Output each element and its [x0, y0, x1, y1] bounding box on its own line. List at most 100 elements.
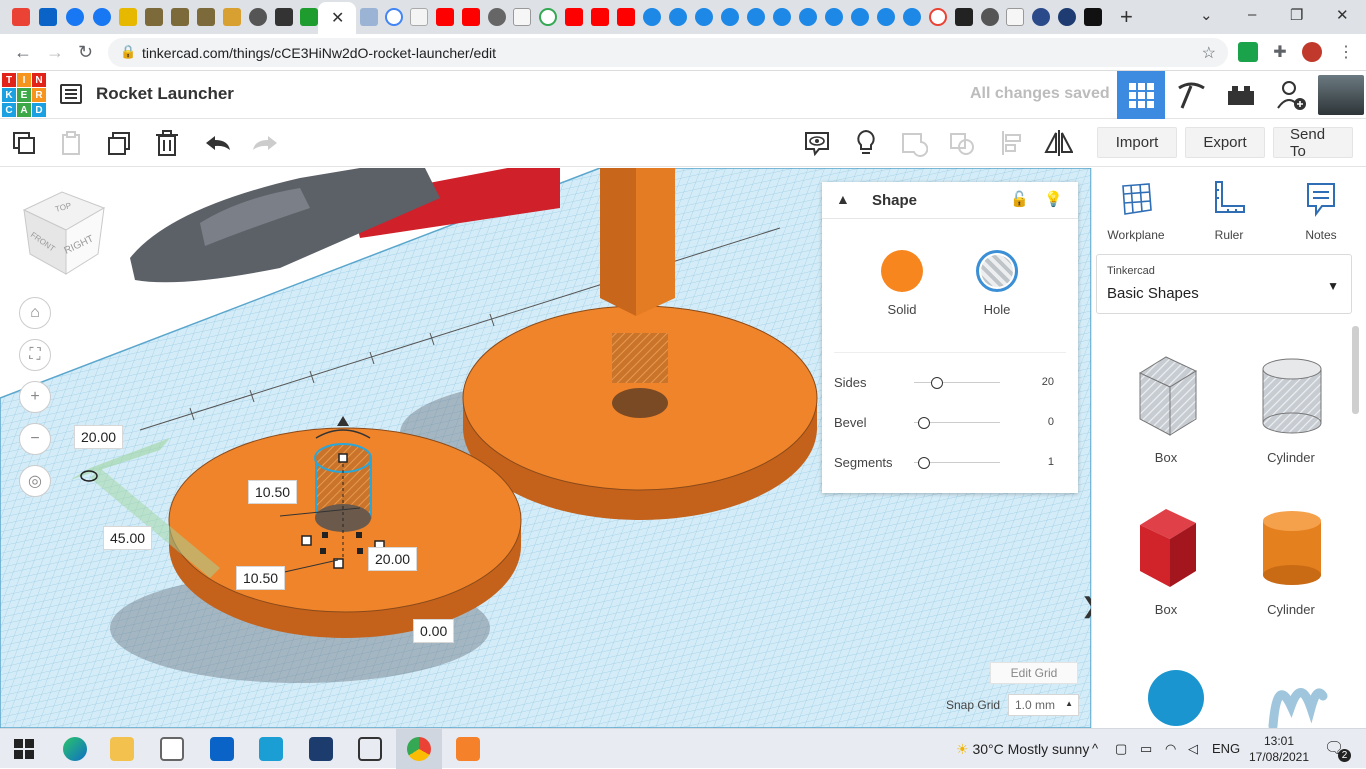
new-tab-button[interactable]: + — [1120, 4, 1133, 30]
site-tab-icon[interactable] — [1058, 8, 1076, 26]
profile-icon[interactable] — [1302, 42, 1322, 62]
solid-color-button[interactable] — [881, 250, 923, 292]
weather-widget[interactable]: ☀ 30°C Mostly sunny — [956, 741, 1089, 758]
tinkercad-tab-icon[interactable] — [669, 8, 687, 26]
sides-value[interactable]: 20 — [1042, 376, 1054, 388]
wifi-icon[interactable]: ◠ — [1165, 741, 1176, 757]
youtube-tab-icon[interactable] — [436, 8, 454, 26]
delete-button[interactable] — [152, 128, 182, 158]
send-to-button[interactable]: Send To — [1273, 126, 1353, 160]
duplicate-button[interactable] — [104, 128, 134, 158]
url-text[interactable]: tinkercad.com/things/cCE3HiNw2dO-rocket-… — [142, 45, 496, 61]
tinkercad-tab-icon[interactable] — [721, 8, 739, 26]
chrome-icon[interactable] — [407, 737, 431, 761]
tinkercad-tab-icon[interactable] — [877, 8, 895, 26]
battery-icon[interactable]: ▭ — [1140, 741, 1152, 757]
wikipedia-tab-icon[interactable] — [1006, 8, 1024, 26]
outlook-tab-icon[interactable] — [39, 8, 57, 26]
panel-scrollbar[interactable] — [1352, 326, 1359, 414]
show-all-button[interactable] — [851, 128, 881, 158]
active-tab[interactable]: ✕ — [318, 2, 356, 34]
site-tab-icon[interactable] — [410, 8, 428, 26]
tray-chevron-icon[interactable]: ^ — [1092, 741, 1098, 756]
3d-design-view-button[interactable] — [1117, 71, 1165, 119]
store-icon[interactable] — [160, 737, 184, 761]
facebook-tab-icon[interactable] — [66, 8, 84, 26]
site-tab-icon[interactable] — [360, 8, 378, 26]
google-tab-icon[interactable] — [929, 8, 947, 26]
unlock-icon[interactable]: 🔓 — [1010, 190, 1029, 208]
collapse-panel-chevron-icon[interactable]: ❯ — [1081, 593, 1091, 633]
shape-scribble[interactable] — [1241, 666, 1341, 733]
file-explorer-icon[interactable] — [110, 737, 134, 761]
segments-value[interactable]: 1 — [1048, 456, 1054, 468]
show-notes-button[interactable] — [802, 128, 832, 158]
site-tab-icon[interactable] — [249, 8, 267, 26]
3d-workplane[interactable]: TOP FRONT RIGHT ⌂ ⛶ + − ◎ 20.00 45.00 10… — [0, 168, 1091, 728]
youtube-tab-icon[interactable] — [591, 8, 609, 26]
tab-search-icon[interactable]: ⌄ — [1200, 6, 1213, 24]
invite-user-button[interactable] — [1266, 71, 1316, 119]
site-tab-icon[interactable] — [171, 8, 189, 26]
snap-grid-select[interactable]: 1.0 mm ▲ — [1008, 694, 1079, 716]
copy-button[interactable] — [9, 128, 39, 158]
site-tab-icon[interactable] — [275, 8, 293, 26]
site-tab-icon[interactable] — [119, 8, 137, 26]
design-menu-icon[interactable] — [60, 84, 82, 104]
group-button[interactable] — [899, 128, 929, 158]
tinkercad-tab-icon[interactable] — [747, 8, 765, 26]
wikipedia-tab-icon[interactable] — [513, 8, 531, 26]
hole-height-label[interactable]: 20.00 — [368, 547, 418, 571]
restore-button[interactable]: ❐ — [1290, 6, 1303, 24]
mail-icon[interactable] — [210, 737, 234, 761]
ruler-tool[interactable]: Ruler — [1194, 180, 1264, 242]
facebook-tab-icon[interactable] — [93, 8, 111, 26]
mirror-button[interactable] — [1043, 128, 1073, 158]
language-indicator[interactable]: ENG — [1212, 741, 1240, 756]
extensions-puzzle-icon[interactable]: ✚ — [1270, 42, 1290, 62]
shape-box-hole[interactable]: Box — [1116, 351, 1216, 465]
windows-start-icon[interactable] — [14, 739, 34, 759]
reload-icon[interactable]: ↻ — [78, 42, 93, 63]
tinkercad-tab-icon[interactable] — [773, 8, 791, 26]
youtube-tab-icon[interactable] — [617, 8, 635, 26]
site-tab-icon[interactable] — [955, 8, 973, 26]
clock[interactable]: 13:01 17/08/2021 — [1248, 733, 1310, 765]
forward-icon[interactable]: → — [46, 42, 64, 63]
shape-cylinder-solid[interactable]: Cylinder — [1241, 503, 1341, 617]
import-button[interactable]: Import — [1097, 127, 1177, 158]
tinkercad-logo[interactable]: T I N K E R C A D — [2, 73, 46, 117]
tinkercad-tab-icon[interactable] — [695, 8, 713, 26]
tinkercad-tab-icon[interactable] — [643, 8, 661, 26]
bbc-tab-icon[interactable] — [1084, 8, 1102, 26]
minimize-button[interactable]: – — [1248, 6, 1256, 23]
tinkercad-tab-icon[interactable] — [851, 8, 869, 26]
workplane-tool[interactable]: Workplane — [1101, 180, 1171, 242]
edit-grid-button[interactable]: Edit Grid — [990, 662, 1078, 684]
sides-slider-knob[interactable] — [931, 377, 943, 389]
extension-check-icon[interactable] — [1238, 42, 1258, 62]
app-icon[interactable] — [259, 737, 283, 761]
close-tab-icon[interactable]: ✕ — [331, 8, 344, 28]
hole-button[interactable] — [976, 250, 1018, 292]
ungroup-button[interactable] — [947, 128, 977, 158]
sides-slider-track[interactable] — [914, 382, 1000, 383]
blocks-view-button[interactable] — [1166, 71, 1216, 119]
app-icon[interactable] — [309, 737, 333, 761]
site-tab-icon[interactable] — [488, 8, 506, 26]
tinkercad-tab-icon[interactable] — [799, 8, 817, 26]
zoom-in-button[interactable]: + — [19, 381, 51, 413]
segments-slider-knob[interactable] — [918, 457, 930, 469]
tinkercad-tab-icon[interactable] — [903, 8, 921, 26]
zoom-out-button[interactable]: − — [19, 423, 51, 455]
length-dimension-label[interactable]: 45.00 — [103, 526, 153, 550]
site-tab-icon[interactable] — [300, 8, 318, 26]
tinkercad-tab-icon[interactable] — [825, 8, 843, 26]
site-tab-icon[interactable] — [981, 8, 999, 26]
collapse-icon[interactable]: ▲ — [836, 191, 850, 207]
bookmark-star-icon[interactable]: ☆ — [1202, 43, 1216, 63]
youtube-tab-icon[interactable] — [462, 8, 480, 26]
bevel-slider-knob[interactable] — [918, 417, 930, 429]
fit-view-button[interactable]: ⛶ — [19, 339, 51, 371]
tray-app-icon[interactable]: ▢ — [1115, 741, 1127, 757]
